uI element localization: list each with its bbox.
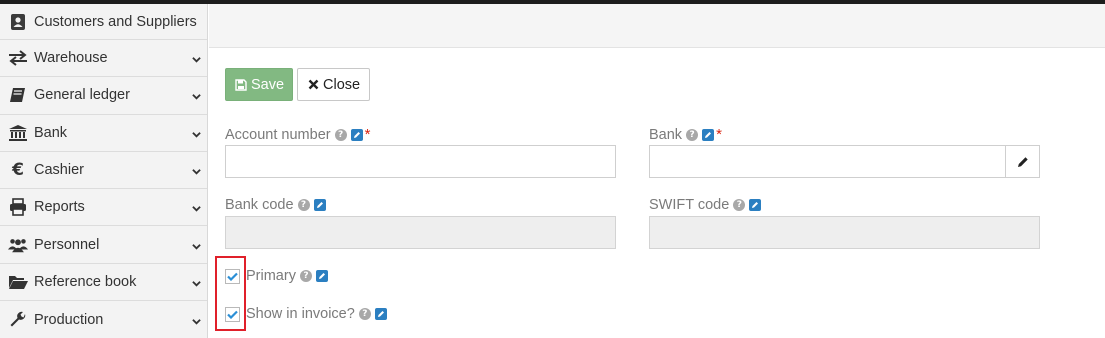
bank-label-row: Bank ? * (649, 126, 722, 143)
sidebar-item-label: Customers and Suppliers (34, 13, 197, 30)
bank-label: Bank (649, 126, 683, 143)
chevron-down-icon (192, 206, 201, 212)
primary-checkbox[interactable] (225, 269, 240, 284)
swift-code-label: SWIFT code (649, 197, 730, 213)
close-button-label: Close (323, 76, 361, 93)
transfer-arrows-icon (8, 48, 28, 68)
edit-pencil-icon[interactable] (749, 199, 762, 211)
chevron-down-icon (192, 243, 201, 250)
help-icon[interactable]: ? (299, 270, 312, 282)
swift-code-label-row: SWIFT code ? (649, 197, 762, 213)
show-in-invoice-label-row: Show in invoice? ? (246, 306, 387, 322)
sidebar-item-label: General ledger (34, 87, 130, 104)
chevron-down-icon (192, 94, 201, 101)
sidebar-item-label: Reports (34, 199, 85, 216)
save-button[interactable]: Save (225, 68, 293, 101)
bank-code-input (225, 216, 616, 249)
chevron-down-icon (192, 57, 201, 63)
sidebar-item-label: Personnel (34, 236, 100, 253)
wrench-icon (8, 310, 28, 330)
help-icon[interactable]: ? (334, 128, 347, 141)
swift-code-input (649, 216, 1040, 249)
bank-code-label: Bank code (225, 197, 294, 213)
chevron-down-icon (192, 280, 201, 287)
checkmark-icon (227, 310, 238, 319)
help-icon[interactable]: ? (297, 199, 310, 211)
show-in-invoice-checkbox[interactable] (225, 307, 240, 322)
checkmark-icon (227, 272, 238, 281)
edit-pencil-icon[interactable] (315, 270, 328, 282)
chevron-down-icon (192, 169, 201, 175)
sidebar-item-label: Production (34, 311, 104, 328)
floppy-disk-icon (235, 78, 247, 91)
bank-code-label-row: Bank code ? (225, 197, 326, 213)
required-marker: * (364, 126, 371, 143)
primary-label: Primary (246, 268, 296, 284)
sidebar-item-reference-book[interactable]: Reference book (0, 264, 207, 302)
sidebar: Customers and Suppliers Warehouse Genera… (0, 4, 208, 338)
close-button[interactable]: Close (297, 68, 370, 101)
bank-edit-button[interactable] (1005, 146, 1039, 177)
page-header (209, 4, 1105, 48)
edit-pencil-icon[interactable] (313, 199, 326, 211)
sidebar-item-customers-and-suppliers[interactable]: Customers and Suppliers (0, 4, 207, 40)
show-in-invoice-label: Show in invoice? (246, 306, 355, 322)
sidebar-item-warehouse[interactable]: Warehouse (0, 40, 207, 78)
required-marker: * (716, 126, 722, 143)
edit-pencil-icon[interactable] (374, 308, 387, 320)
sidebar-item-reports[interactable]: Reports (0, 189, 207, 227)
address-book-icon (8, 12, 28, 32)
folder-open-icon (8, 272, 28, 292)
sidebar-item-label: Warehouse (34, 50, 108, 67)
help-icon[interactable]: ? (733, 199, 746, 211)
sidebar-item-label: Reference book (34, 273, 137, 290)
edit-pencil-icon[interactable] (350, 128, 363, 141)
help-icon[interactable]: ? (686, 128, 699, 141)
save-button-label: Save (251, 76, 285, 93)
sidebar-item-production[interactable]: Production (0, 301, 207, 338)
help-icon[interactable]: ? (358, 308, 371, 320)
edit-pencil-icon[interactable] (702, 128, 715, 141)
book-icon (8, 85, 28, 105)
chevron-down-icon (192, 318, 201, 325)
sidebar-item-bank[interactable]: Bank (0, 115, 207, 152)
close-icon (308, 79, 319, 90)
pencil-icon (1017, 156, 1028, 167)
account-number-label-row: Account number ? * (225, 126, 370, 143)
sidebar-item-cashier[interactable]: € Cashier (0, 152, 207, 190)
chevron-down-icon (192, 131, 201, 138)
euro-icon: € (12, 160, 24, 181)
printer-icon (8, 197, 28, 217)
sidebar-item-label: Bank (34, 124, 68, 141)
account-number-label: Account number (225, 126, 331, 143)
bank-building-icon (8, 123, 28, 143)
form-panel: Save Close Account number ? * Bank ? * B… (209, 48, 1105, 338)
account-number-input[interactable] (225, 145, 616, 178)
sidebar-item-general-ledger[interactable]: General ledger (0, 77, 207, 115)
bank-input[interactable] (649, 145, 1040, 178)
sidebar-item-personnel[interactable]: Personnel (0, 226, 207, 264)
primary-label-row: Primary ? (246, 268, 328, 284)
users-icon (8, 235, 28, 255)
sidebar-item-label: Cashier (34, 162, 84, 179)
